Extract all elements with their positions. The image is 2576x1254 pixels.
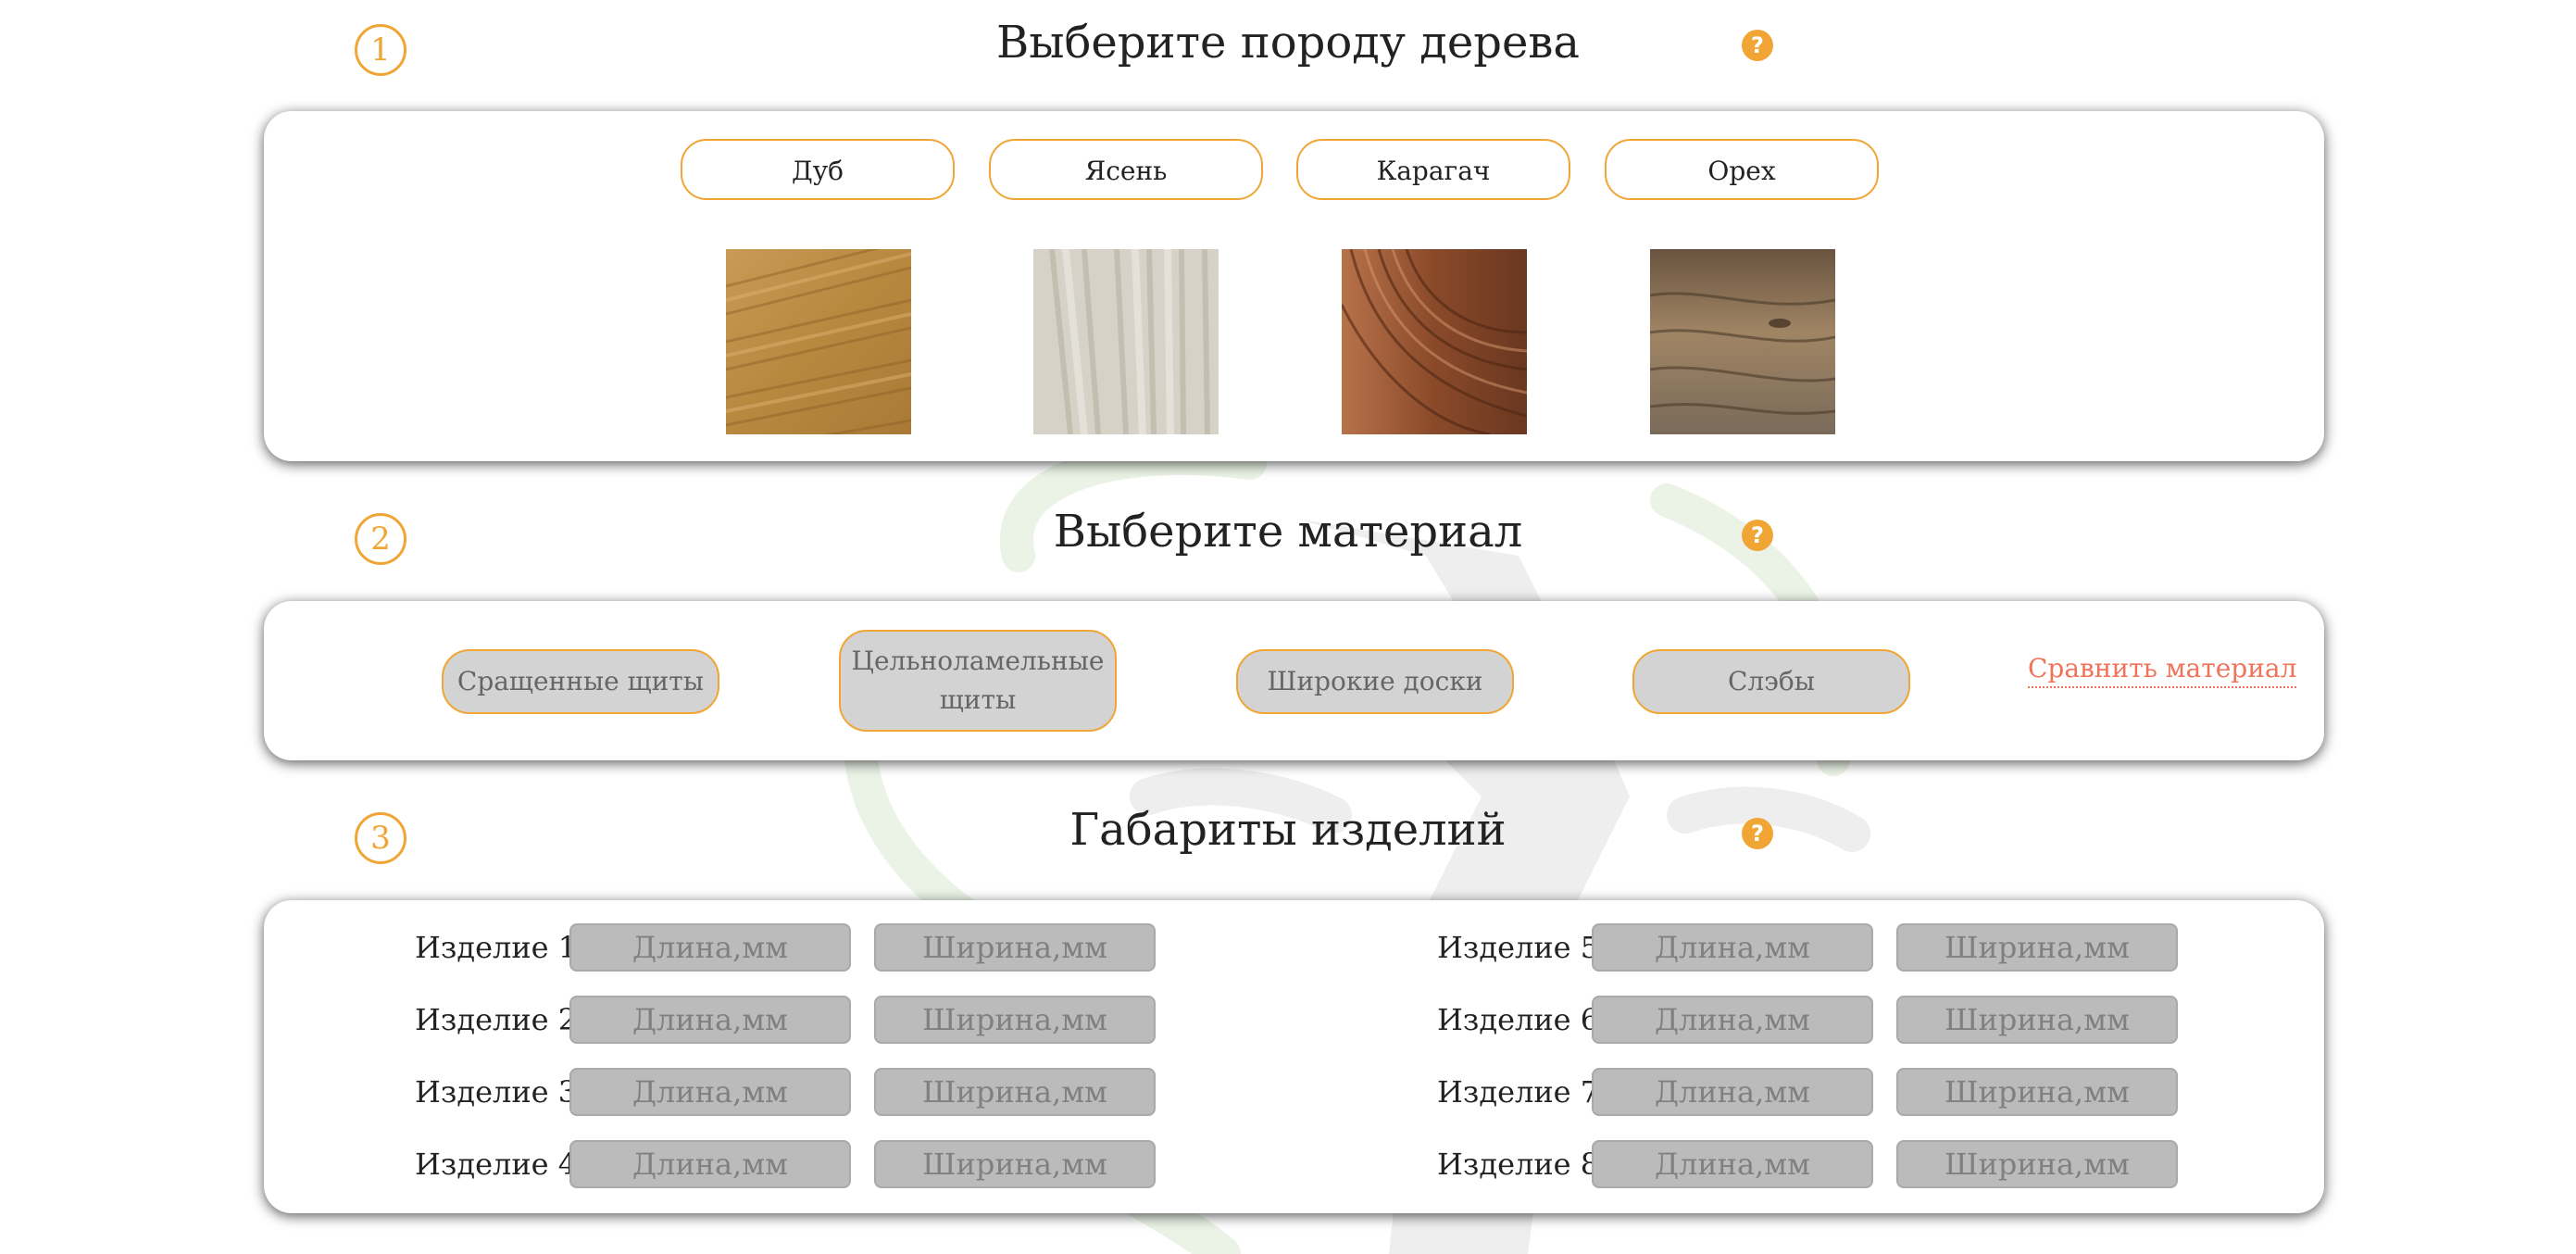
product-4-length-input[interactable] [569, 1140, 851, 1188]
wood-image-oak[interactable] [726, 249, 911, 434]
section-title-dimensions: Габариты изделий [1069, 804, 1507, 856]
product-7-width-input[interactable] [1896, 1068, 2178, 1116]
product-6-label: Изделие 6: [1437, 1002, 1609, 1037]
help-icon[interactable]: ? [1742, 30, 1773, 61]
help-icon[interactable]: ? [1742, 818, 1773, 849]
material-button-slabs[interactable]: Слэбы [1632, 649, 1910, 714]
product-3-length-input[interactable] [569, 1068, 851, 1116]
product-5-length-input[interactable] [1592, 923, 1873, 972]
product-5-width-input[interactable] [1896, 923, 2178, 972]
product-4-label: Изделие 4: [415, 1147, 587, 1182]
material-button-solid-lamella[interactable]: Цельноламельные щиты [839, 630, 1117, 732]
product-3-width-input[interactable] [874, 1068, 1156, 1116]
product-2-label: Изделие 2: [415, 1002, 587, 1037]
wood-button-walnut[interactable]: Орех [1605, 139, 1879, 200]
compare-material-link[interactable]: Сравнить материал [2028, 653, 2297, 688]
product-7-length-input[interactable] [1592, 1068, 1873, 1116]
product-5-label: Изделие 5: [1437, 930, 1609, 965]
material-button-wide-boards[interactable]: Широкие доски [1236, 649, 1514, 714]
product-1-width-input[interactable] [874, 923, 1156, 972]
product-6-length-input[interactable] [1592, 996, 1873, 1044]
product-4-width-input[interactable] [874, 1140, 1156, 1188]
product-8-width-input[interactable] [1896, 1140, 2178, 1188]
wood-button-ash[interactable]: Ясень [989, 139, 1263, 200]
wood-button-elm[interactable]: Карагач [1296, 139, 1570, 200]
wood-image-walnut[interactable] [1650, 249, 1835, 434]
wood-image-ash[interactable] [1033, 249, 1219, 434]
product-8-label: Изделие 8: [1437, 1147, 1609, 1182]
wood-panel [264, 111, 2324, 461]
section-title-material: Выберите материал [1053, 506, 1523, 558]
product-7-label: Изделие 7: [1437, 1074, 1609, 1110]
product-3-label: Изделие 3: [415, 1074, 587, 1110]
wood-image-elm[interactable] [1342, 249, 1527, 434]
material-button-finger-jointed[interactable]: Сращенные щиты [442, 649, 719, 714]
section-title-wood: Выберите породу дерева [995, 17, 1581, 69]
product-2-length-input[interactable] [569, 996, 851, 1044]
product-2-width-input[interactable] [874, 996, 1156, 1044]
product-8-length-input[interactable] [1592, 1140, 1873, 1188]
product-1-length-input[interactable] [569, 923, 851, 972]
product-6-width-input[interactable] [1896, 996, 2178, 1044]
product-1-label: Изделие 1: [415, 930, 587, 965]
help-icon[interactable]: ? [1742, 520, 1773, 551]
wood-button-oak[interactable]: Дуб [681, 139, 955, 200]
